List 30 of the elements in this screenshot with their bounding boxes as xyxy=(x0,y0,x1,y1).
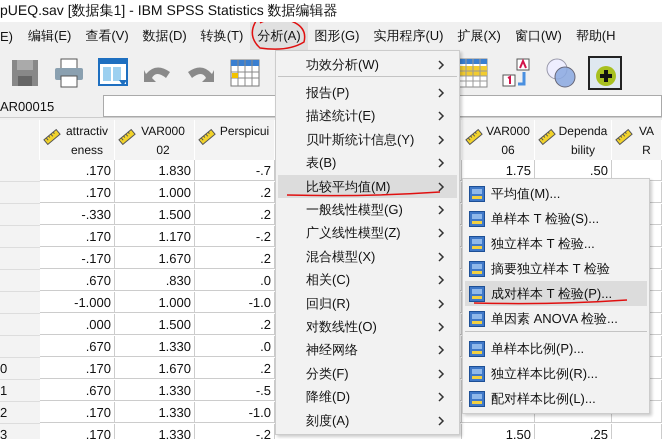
table-cell: .170 xyxy=(40,182,115,203)
table-cell: 1.330 xyxy=(115,424,195,439)
table-cell: .170 xyxy=(40,358,115,379)
table-cell: .170 xyxy=(40,402,115,423)
table-cell: -.330 xyxy=(40,204,115,225)
table-cell: -1.000 xyxy=(40,292,115,313)
window-title: pUEQ.sav [数据集1] - IBM SPSS Statistics 数据编辑器 xyxy=(0,2,338,20)
table-cell: 1.830 xyxy=(115,160,195,181)
table-cell: .670 xyxy=(40,336,115,357)
cell-name: AR00015 xyxy=(0,98,56,114)
table-cell: -.170 xyxy=(40,248,115,269)
table-cell: .170 xyxy=(40,226,115,247)
table-cell: 1.000 xyxy=(115,292,195,313)
table-cell: 1.670 xyxy=(115,248,195,269)
table-cell: 1.330 xyxy=(115,402,195,423)
table-cell: .830 xyxy=(115,270,195,291)
table-cell: 1.50 xyxy=(462,424,535,439)
table-cell: .670 xyxy=(40,380,115,401)
table-cell: 1.670 xyxy=(115,358,195,379)
table-cell: .000 xyxy=(40,314,115,335)
table-cell: 1.500 xyxy=(115,314,195,335)
table-cell: 1.330 xyxy=(115,380,195,401)
table-cell: .670 xyxy=(40,270,115,291)
table-cell: 1.000 xyxy=(115,182,195,203)
table-cell: .25 xyxy=(535,424,612,439)
table-cell: 1.500 xyxy=(115,204,195,225)
table-cell: .170 xyxy=(40,160,115,181)
table-cell: 1.330 xyxy=(115,336,195,357)
table-cell: 1.170 xyxy=(115,226,195,247)
table-cell: .170 xyxy=(40,424,115,439)
